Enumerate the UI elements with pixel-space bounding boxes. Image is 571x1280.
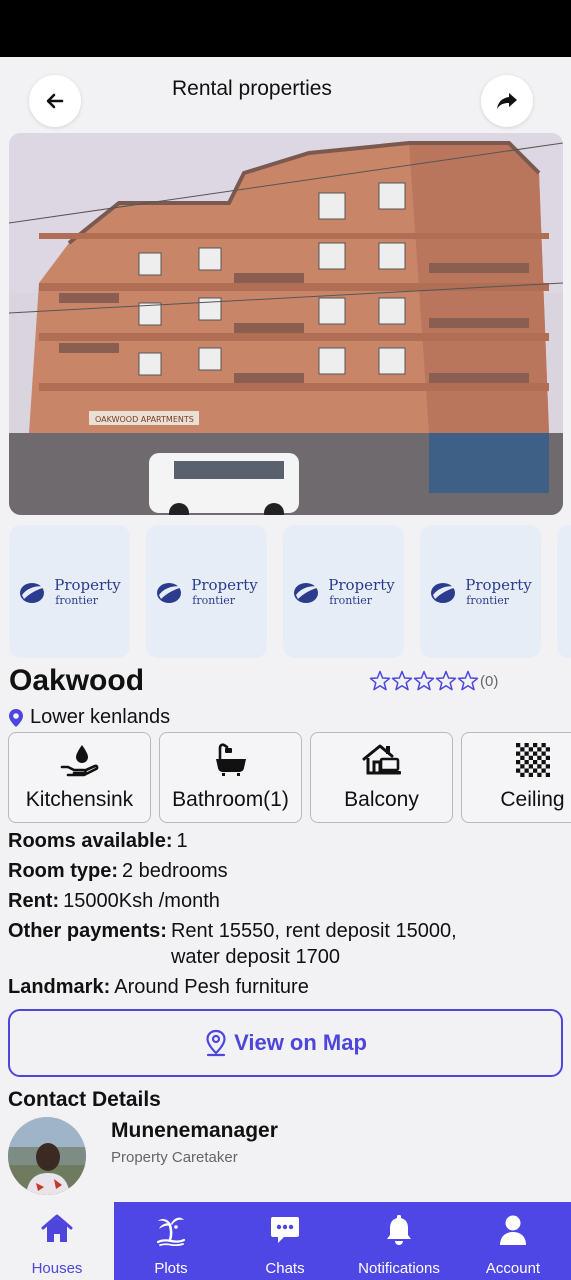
property-details: Rooms available: 1 Room type: 2 bedrooms… [8, 826, 563, 1002]
detail-other-payments: Other payments: Rent 15550, rent deposit… [8, 918, 563, 970]
thumbnail-3[interactable]: Property frontier [283, 525, 404, 658]
kitchen-sink-icon [60, 745, 98, 777]
detail-label: Rent: [8, 890, 60, 912]
amenity-bathroom[interactable]: Bathroom(1) [159, 732, 302, 823]
nav-label: Account [485, 1260, 541, 1277]
arrow-left-icon [46, 93, 64, 109]
amenities-list: Kitchensink Bathroom(1) Balcony Ceiling [8, 732, 571, 824]
apartment-building-photo: OAKWOOD APARTMENTS [9, 133, 563, 515]
location: Lower kenlands [8, 706, 170, 729]
property-name: Oakwood [9, 664, 145, 697]
house-icon [41, 1214, 73, 1242]
view-on-map-button[interactable]: View on Map [8, 1009, 563, 1077]
chat-bubble-icon [271, 1217, 299, 1243]
brand-subname: frontier [466, 593, 510, 607]
star-rating-icons [369, 670, 479, 691]
detail-value: 2 bedrooms [122, 860, 228, 882]
checkered-pattern-icon [515, 743, 550, 777]
page-title: Rental properties [172, 77, 332, 100]
nav-houses[interactable]: Houses [0, 1202, 114, 1280]
caretaker-name: Munenemanager [111, 1119, 278, 1142]
rating-count: (0) [480, 672, 499, 690]
logo-swoosh-icon [431, 582, 458, 603]
nav-account[interactable]: Account [456, 1202, 570, 1280]
property-main-photo[interactable]: OAKWOOD APARTMENTS [9, 133, 563, 515]
detail-label: Rooms available: [8, 830, 173, 852]
thumbnail-2[interactable]: Property frontier [146, 525, 267, 658]
thumbnail-5[interactable] [557, 525, 571, 658]
thumbnail-1[interactable]: Property frontier [9, 525, 130, 658]
share-button[interactable] [481, 75, 533, 127]
bottom-navigation: Houses Plots Chats Notifications Account [0, 1202, 571, 1280]
logo-swoosh-icon [294, 582, 321, 603]
detail-label: Landmark: [8, 976, 111, 998]
amenity-ceiling[interactable]: Ceiling [461, 732, 571, 823]
caretaker-role: Property Caretaker [111, 1149, 238, 1166]
rating[interactable]: (0) [369, 670, 498, 692]
detail-value: Rent 15550, rent deposit 15000, [170, 920, 457, 942]
amenity-balcony[interactable]: Balcony [310, 732, 453, 823]
amenity-label: Kitchensink [25, 788, 134, 811]
location-text: Lower kenlands [30, 706, 171, 728]
amenity-label: Ceiling [500, 788, 565, 811]
detail-value: water deposit 1700 [170, 946, 340, 968]
detail-room-type: Room type: 2 bedrooms [8, 856, 563, 886]
share-arrow-icon [497, 93, 517, 109]
view-on-map-label: View on Map [234, 1030, 367, 1055]
logo-swoosh-icon [20, 582, 47, 603]
svg-text:OAKWOOD APARTMENTS: OAKWOOD APARTMENTS [95, 415, 194, 424]
island-palm-icon [156, 1217, 186, 1246]
thumbnail-strip: Property frontier Property frontier Prop… [9, 525, 571, 658]
brand-name: Property [328, 575, 395, 594]
brand-name: Property [191, 575, 258, 594]
status-bar [0, 0, 571, 57]
bell-icon [387, 1215, 411, 1245]
property-frontier-logo: Property frontier [155, 575, 258, 607]
amenity-label: Bathroom(1) [172, 788, 289, 811]
detail-label: Other payments: [8, 920, 167, 942]
detail-value: 15000Ksh /month [63, 890, 220, 912]
detail-label: Room type: [8, 860, 118, 882]
logo-swoosh-icon [157, 582, 184, 603]
nav-label: Notifications [358, 1260, 440, 1277]
brand-subname: frontier [329, 593, 373, 607]
brand-name: Property [465, 575, 532, 594]
detail-rent: Rent: 15000Ksh /month [8, 886, 563, 916]
nav-chats[interactable]: Chats [228, 1202, 342, 1280]
nav-plots[interactable]: Plots [114, 1202, 228, 1280]
nav-label: Chats [265, 1260, 305, 1277]
brand-subname: frontier [192, 593, 236, 607]
map-pin-icon [206, 1029, 226, 1057]
caretaker-photo [8, 1117, 86, 1195]
user-icon [500, 1215, 526, 1245]
thumbnail-4[interactable]: Property frontier [420, 525, 541, 658]
property-frontier-logo: Property frontier [292, 575, 395, 607]
detail-value: Around Pesh furniture [114, 976, 309, 998]
amenity-kitchensink[interactable]: Kitchensink [8, 732, 151, 823]
brand-name: Property [54, 575, 121, 594]
property-frontier-logo: Property frontier [429, 575, 532, 607]
bathtub-icon [215, 743, 246, 776]
nav-label: Houses [31, 1260, 83, 1277]
house-laptop-icon [362, 744, 401, 775]
amenity-label: Balcony [344, 788, 419, 811]
property-frontier-logo: Property frontier [18, 575, 121, 607]
location-pin-icon [9, 708, 23, 727]
brand-subname: frontier [55, 593, 99, 607]
detail-value: 1 [176, 830, 188, 852]
contact-details-heading: Contact Details [8, 1088, 161, 1111]
nav-label: Plots [154, 1260, 188, 1277]
avatar[interactable] [8, 1117, 86, 1195]
nav-notifications[interactable]: Notifications [342, 1202, 456, 1280]
detail-landmark: Landmark: Around Pesh furniture [8, 972, 563, 1002]
header: Rental properties [0, 57, 571, 132]
back-button[interactable] [29, 75, 81, 127]
detail-rooms-available: Rooms available: 1 [8, 826, 563, 856]
